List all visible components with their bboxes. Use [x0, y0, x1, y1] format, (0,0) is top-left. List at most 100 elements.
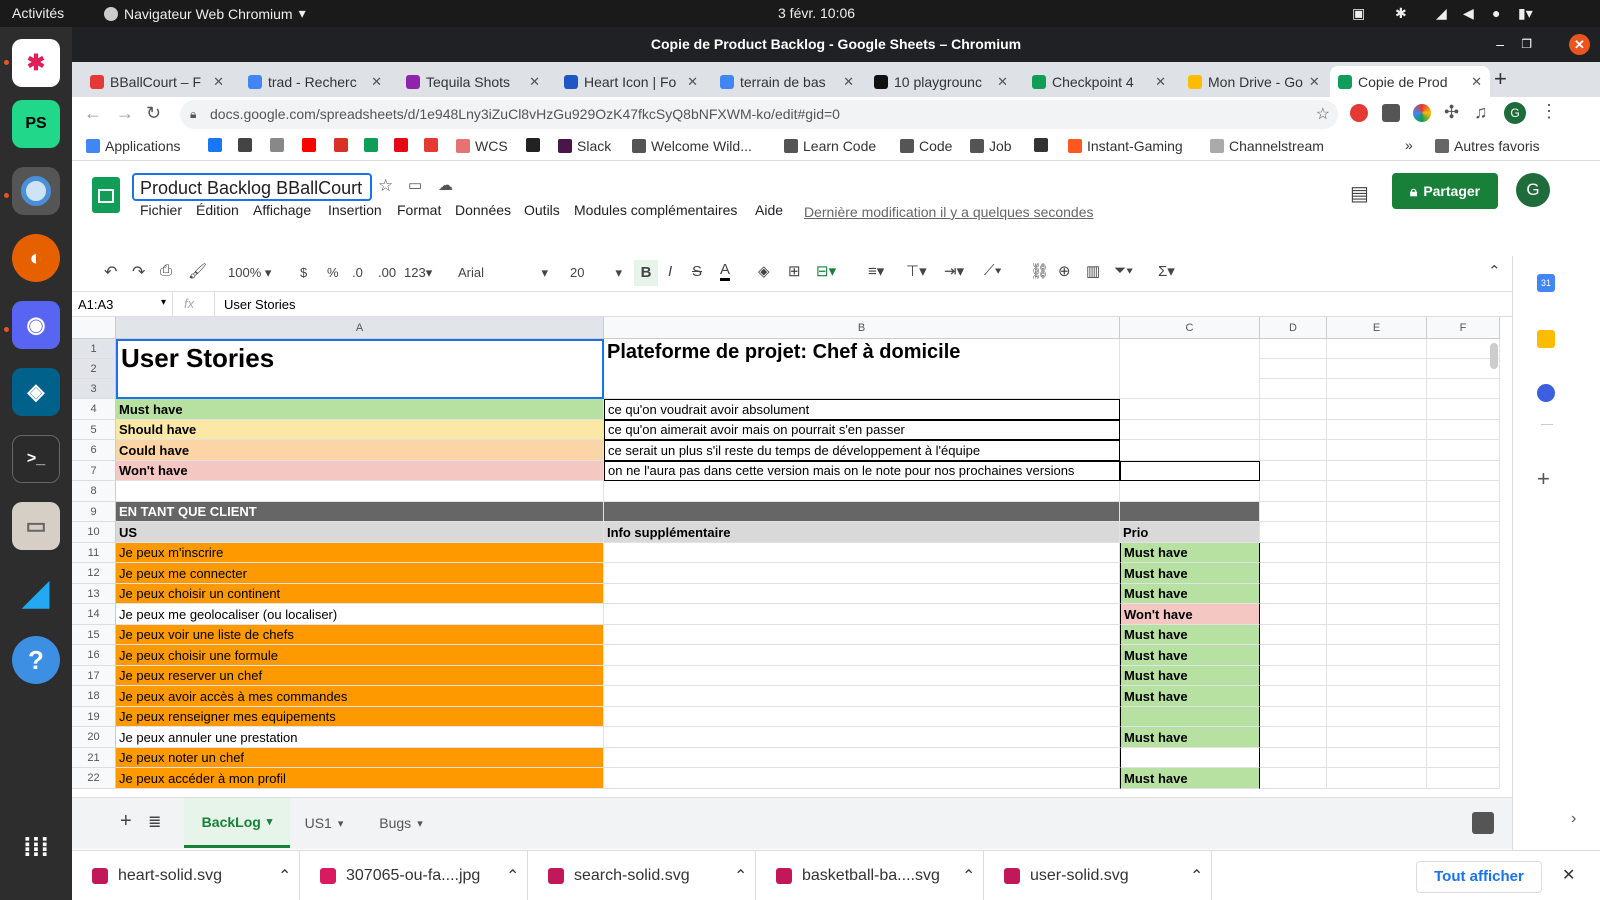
- collapse-toolbar-icon[interactable]: ⌃: [1488, 262, 1501, 280]
- browser-tab[interactable]: trad - Recherc ✕: [240, 66, 390, 97]
- cell-B22[interactable]: [604, 768, 1120, 789]
- cell-A19[interactable]: Je peux renseigner mes equipements: [116, 707, 604, 727]
- row-header[interactable]: 10: [72, 522, 116, 543]
- percent-button[interactable]: %: [327, 265, 339, 280]
- cell-B10[interactable]: Info supplémentaire: [604, 522, 1120, 543]
- cell-B17[interactable]: [604, 666, 1120, 686]
- cell-A1[interactable]: User Stories: [116, 339, 604, 399]
- keep-icon[interactable]: [1537, 330, 1555, 348]
- new-tab-icon[interactable]: +: [1494, 66, 1507, 92]
- cell-empty[interactable]: [1427, 543, 1500, 563]
- bookmark-item[interactable]: [208, 138, 222, 152]
- cell-empty[interactable]: [1260, 625, 1327, 645]
- borders-icon[interactable]: ⊞: [788, 262, 801, 280]
- text-rotation-icon[interactable]: ⟋▾: [984, 262, 1002, 279]
- browser-tab[interactable]: terrain de bas ✕: [712, 66, 862, 97]
- currency-button[interactable]: $: [300, 265, 307, 280]
- kebab-menu-icon[interactable]: ⋮: [1540, 101, 1558, 122]
- cell-empty[interactable]: [1260, 727, 1327, 748]
- row-header[interactable]: 12: [72, 563, 116, 584]
- cell-empty[interactable]: [1427, 748, 1500, 768]
- cell-empty[interactable]: [1260, 584, 1327, 604]
- cell-B16[interactable]: [604, 645, 1120, 666]
- bookmark-item[interactable]: Channelstream: [1210, 138, 1324, 154]
- cell-empty[interactable]: [1427, 440, 1500, 461]
- cell-empty[interactable]: [1260, 379, 1327, 399]
- insert-link-icon[interactable]: ⛓: [1030, 262, 1049, 280]
- cell-empty[interactable]: [1327, 686, 1427, 707]
- download-item[interactable]: 307065-ou-fa....jpg ⌃: [300, 851, 528, 900]
- cell-empty[interactable]: [1327, 440, 1427, 461]
- vscode-dock-icon[interactable]: ◢: [12, 569, 60, 617]
- close-tab-icon[interactable]: ✕: [371, 74, 382, 90]
- cell-empty[interactable]: [1260, 440, 1327, 461]
- cell-empty[interactable]: [1327, 359, 1427, 379]
- calendar-icon[interactable]: 31: [1537, 274, 1555, 292]
- menu-item[interactable]: Modules complémentaires: [574, 202, 737, 218]
- cell-C10[interactable]: Prio: [1120, 522, 1260, 543]
- browser-tab[interactable]: Heart Icon | Fo ✕: [556, 66, 706, 97]
- select-all-corner[interactable]: [72, 317, 116, 339]
- cell-A12[interactable]: Je peux me connecter: [116, 563, 604, 584]
- cell-empty[interactable]: [1260, 502, 1327, 522]
- close-tab-icon[interactable]: ✕: [997, 74, 1008, 90]
- cell-empty[interactable]: [1260, 399, 1327, 420]
- reload-icon[interactable]: ↻: [146, 103, 161, 124]
- bookmark-item[interactable]: [270, 138, 284, 152]
- cell-C6[interactable]: [1120, 440, 1260, 461]
- row-header[interactable]: 3: [72, 379, 116, 399]
- chevron-up-icon[interactable]: ⌃: [506, 866, 519, 886]
- cell-empty[interactable]: [1260, 666, 1327, 686]
- row-header[interactable]: 17: [72, 666, 116, 686]
- row-header[interactable]: 13: [72, 584, 116, 604]
- close-tab-icon[interactable]: ✕: [529, 74, 540, 90]
- cell-empty[interactable]: [1260, 748, 1327, 768]
- cell-empty[interactable]: [1260, 481, 1327, 502]
- expand-panel-icon[interactable]: ›: [1571, 810, 1576, 828]
- cell-empty[interactable]: [1327, 379, 1427, 399]
- chevron-down-icon[interactable]: ▾: [267, 815, 273, 828]
- cell-empty[interactable]: [1260, 420, 1327, 440]
- cell-B18[interactable]: [604, 686, 1120, 707]
- cell-A4[interactable]: Must have: [116, 399, 604, 420]
- cell-C9[interactable]: [1120, 502, 1260, 522]
- cell-empty[interactable]: [1427, 625, 1500, 645]
- cell-empty[interactable]: [1327, 748, 1427, 768]
- cell-B9[interactable]: [604, 502, 1120, 522]
- discord-tray-icon[interactable]: ▣: [1352, 5, 1365, 22]
- cell-A15[interactable]: Je peux voir une liste de chefs: [116, 625, 604, 645]
- bookmark-star-icon[interactable]: ☆: [1316, 100, 1330, 129]
- bookmark-item[interactable]: [424, 138, 438, 152]
- slack-dock-icon[interactable]: ✱: [12, 39, 60, 87]
- redo-icon[interactable]: ↷: [132, 262, 145, 282]
- bookmark-item[interactable]: Welcome Wild...: [632, 138, 752, 154]
- cell-C8[interactable]: [1120, 481, 1260, 502]
- merge-cells-icon[interactable]: ⊟▾: [816, 262, 836, 280]
- column-header[interactable]: E: [1327, 317, 1427, 339]
- download-item[interactable]: heart-solid.svg ⌃: [72, 851, 300, 900]
- download-item[interactable]: search-solid.svg ⌃: [528, 851, 756, 900]
- formula-input[interactable]: User Stories: [224, 297, 296, 312]
- account-avatar[interactable]: G: [1516, 173, 1550, 207]
- row-header[interactable]: 18: [72, 686, 116, 707]
- cell-A16[interactable]: Je peux choisir une formule: [116, 645, 604, 666]
- maximize-icon[interactable]: ❐: [1521, 27, 1532, 62]
- undo-icon[interactable]: ↶: [104, 262, 117, 282]
- column-header[interactable]: F: [1427, 317, 1500, 339]
- chevron-up-icon[interactable]: ⌃: [1190, 866, 1203, 886]
- cell-empty[interactable]: [1327, 584, 1427, 604]
- cell-C11[interactable]: Must have: [1120, 543, 1260, 563]
- cell-empty[interactable]: [1260, 543, 1327, 563]
- cell-C20[interactable]: Must have: [1120, 727, 1260, 748]
- cell-empty[interactable]: [1427, 563, 1500, 584]
- bookmark-item[interactable]: [238, 138, 252, 152]
- bold-button[interactable]: B: [634, 260, 658, 286]
- sheet-tab[interactable]: BackLog ▾: [184, 798, 290, 848]
- row-header[interactable]: 15: [72, 625, 116, 645]
- firefox-dock-icon[interactable]: ◐: [12, 234, 60, 282]
- cell-empty[interactable]: [1427, 379, 1500, 399]
- cell-empty[interactable]: [1260, 645, 1327, 666]
- row-header[interactable]: 14: [72, 604, 116, 625]
- cell-C4[interactable]: [1120, 399, 1260, 420]
- cell-empty[interactable]: [1260, 522, 1327, 543]
